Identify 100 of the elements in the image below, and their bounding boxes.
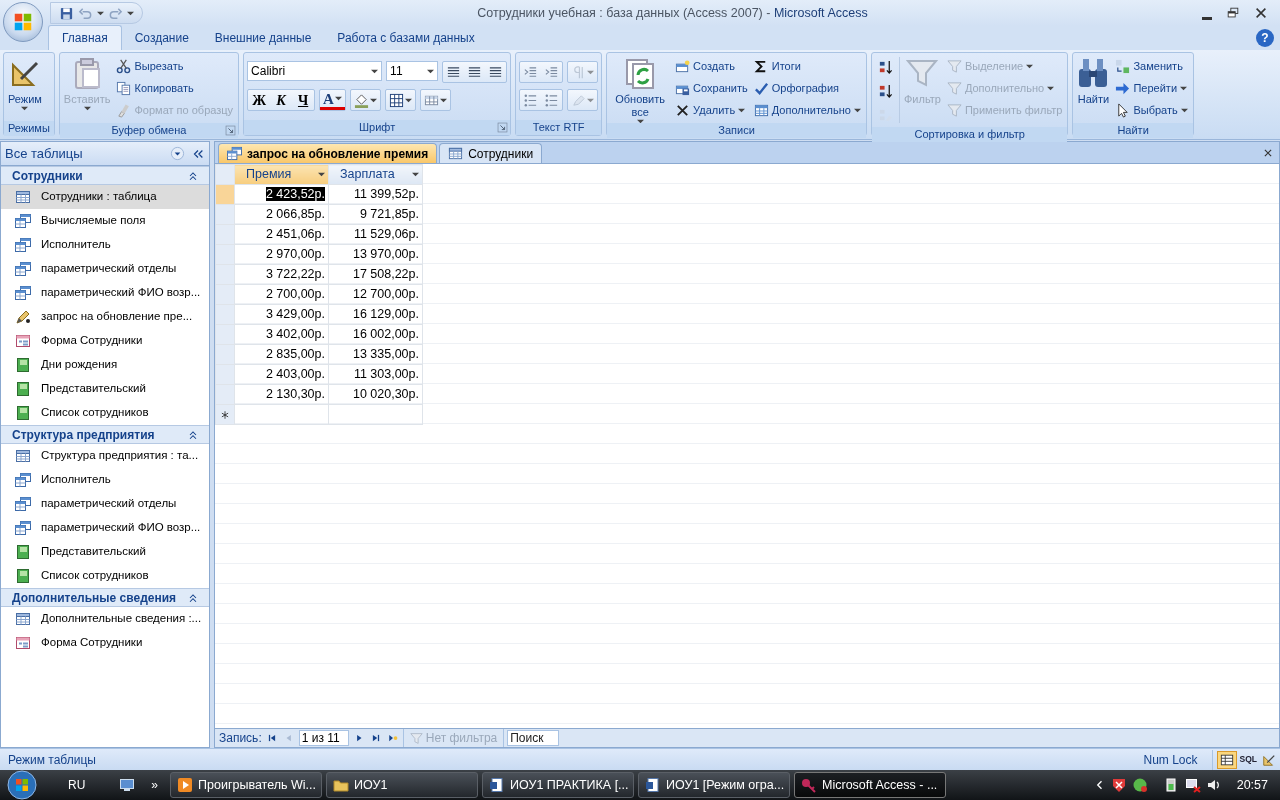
close-icon: [1263, 147, 1273, 158]
format-button[interactable]: Ч: [292, 90, 315, 110]
ribbon-tab[interactable]: Главная: [48, 25, 122, 50]
nav-item[interactable]: параметрический ФИО возр...: [1, 281, 209, 305]
nav-item[interactable]: Дни рождения: [1, 353, 209, 377]
font-color-button[interactable]: A: [320, 90, 345, 110]
overflow-button[interactable]: »: [151, 776, 159, 794]
nav-item[interactable]: Исполнитель: [1, 233, 209, 257]
launcher-icon: [225, 125, 237, 136]
align-icon: [446, 64, 462, 80]
indent-icon: [523, 64, 539, 80]
book-icon: [15, 544, 31, 560]
ribbon-button[interactable]: Заменить: [1113, 55, 1190, 77]
format-button[interactable]: Ж: [248, 90, 271, 110]
windows-logo-icon: [12, 11, 34, 33]
align-icon: [467, 64, 483, 80]
close-button[interactable]: [1254, 6, 1268, 20]
nav-item[interactable]: Форма Сотрудники: [1, 631, 209, 655]
nav-item[interactable]: Сотрудники : таблица: [1, 185, 209, 209]
nav-item[interactable]: Форма Сотрудники: [1, 329, 209, 353]
ribbon-tab[interactable]: Внешние данные: [201, 26, 325, 50]
border-icon: [388, 92, 404, 108]
nav-item[interactable]: запрос на обновление пре...: [1, 305, 209, 329]
pane-menu-button[interactable]: [170, 146, 185, 161]
column-header[interactable]: Премия: [234, 164, 329, 185]
nav-item[interactable]: Вычисляемые поля: [1, 209, 209, 233]
funnel-icon: [906, 57, 939, 89]
ribbon-button[interactable]: Режим: [7, 55, 43, 119]
nav-item[interactable]: Представительский: [1, 377, 209, 401]
nav-item[interactable]: параметрический отделы: [1, 492, 209, 516]
ribbon-button[interactable]: Орфография: [751, 77, 863, 99]
taskbar-button[interactable]: ИОУ1 [Режим огра...: [638, 772, 791, 798]
table-cell: 16 002,00р.: [328, 324, 423, 345]
nav-item[interactable]: Список сотрудников: [1, 401, 209, 425]
record-position-field[interactable]: 1 из 11: [298, 730, 349, 746]
nav-item[interactable]: Структура предприятия : та...: [1, 444, 209, 468]
query-icon: [15, 520, 31, 536]
arrow-icon: [1115, 80, 1131, 96]
view-button[interactable]: SQL: [1237, 750, 1259, 769]
search-field[interactable]: Поиск: [507, 730, 560, 746]
size-field[interactable]: 11: [386, 61, 439, 81]
ribbon-button[interactable]: Найти: [1076, 55, 1111, 119]
ribbon-button[interactable]: Сохранить: [673, 77, 750, 99]
table-cell: 2 835,00р.: [234, 344, 329, 365]
spell-check-icon: [753, 80, 769, 96]
ribbon-button[interactable]: Создать: [673, 55, 750, 77]
font-field[interactable]: Calibri: [247, 61, 383, 81]
dialog-launcher[interactable]: [497, 122, 509, 133]
new-record-icon: [387, 733, 398, 743]
ribbon-button[interactable]: Копировать: [114, 77, 236, 99]
nav-item[interactable]: Исполнитель: [1, 468, 209, 492]
document-tab[interactable]: Сотрудники: [439, 143, 543, 163]
show-desktop-button[interactable]: [119, 777, 136, 793]
ribbon-button[interactable]: Вырезать: [114, 55, 236, 77]
book-icon: [15, 357, 31, 373]
ribbon-button[interactable]: Выбрать: [1113, 99, 1190, 121]
start-orb-icon: [7, 770, 37, 800]
taskbar-button[interactable]: Проигрыватель Wi...: [170, 772, 323, 798]
nav-item[interactable]: параметрический отделы: [1, 257, 209, 281]
dialog-launcher[interactable]: [225, 125, 237, 136]
caret-icon: [1047, 85, 1055, 91]
restore-icon: [1226, 6, 1240, 20]
close-button[interactable]: [1263, 147, 1273, 158]
taskbar-button[interactable]: ИОУ1: [326, 772, 479, 798]
nav-item[interactable]: Представительский: [1, 540, 209, 564]
query-icon: [15, 472, 31, 488]
view-button[interactable]: [1216, 750, 1237, 769]
ribbon-button[interactable]: Дополнительно: [751, 99, 863, 121]
folder-icon: [333, 777, 350, 793]
nav-item[interactable]: параметрический ФИО возр...: [1, 516, 209, 540]
ribbon-button[interactable]: Итоги: [751, 55, 863, 77]
group-header[interactable]: Структура предприятия: [1, 425, 209, 444]
ribbon-tab[interactable]: Создание: [121, 26, 202, 50]
asterisk-icon: [220, 409, 230, 420]
language-indicator[interactable]: RU: [68, 776, 86, 794]
column-header[interactable]: Зарплата: [328, 164, 423, 185]
ribbon-button[interactable]: Перейти: [1113, 77, 1190, 99]
restore-button[interactable]: [1226, 6, 1240, 20]
ribbon-button[interactable]: Удалить: [673, 99, 750, 121]
indent-icon: [544, 64, 560, 80]
ribbon-button[interactable]: Обновить все: [610, 55, 671, 119]
ribbon-tab[interactable]: Работа с базами данных: [324, 26, 488, 50]
group-header[interactable]: Сотрудники: [1, 166, 209, 185]
caret-icon: [334, 96, 342, 101]
caret-icon: [83, 106, 91, 111]
group-header[interactable]: Дополнительные сведения: [1, 588, 209, 607]
document-icon: [645, 777, 662, 793]
datasheet-icon: [1219, 752, 1234, 767]
taskbar-button[interactable]: Microsoft Access - ...: [794, 772, 947, 798]
table-cell: 2 700,00р.: [234, 284, 329, 305]
caret-icon: [21, 106, 29, 111]
nav-item[interactable]: Список сотрудников: [1, 564, 209, 588]
help-button[interactable]: ?: [1256, 29, 1274, 47]
format-button[interactable]: К: [270, 90, 293, 110]
caret-icon: [127, 10, 134, 16]
refresh-icon: [624, 57, 657, 89]
document-tab[interactable]: запрос на обновление премия: [218, 143, 438, 163]
scissors-icon: [116, 58, 132, 74]
nav-item[interactable]: Дополнительные сведения :...: [1, 607, 209, 631]
taskbar-button[interactable]: ИОУ1 ПРАКТИКА [...: [482, 772, 635, 798]
